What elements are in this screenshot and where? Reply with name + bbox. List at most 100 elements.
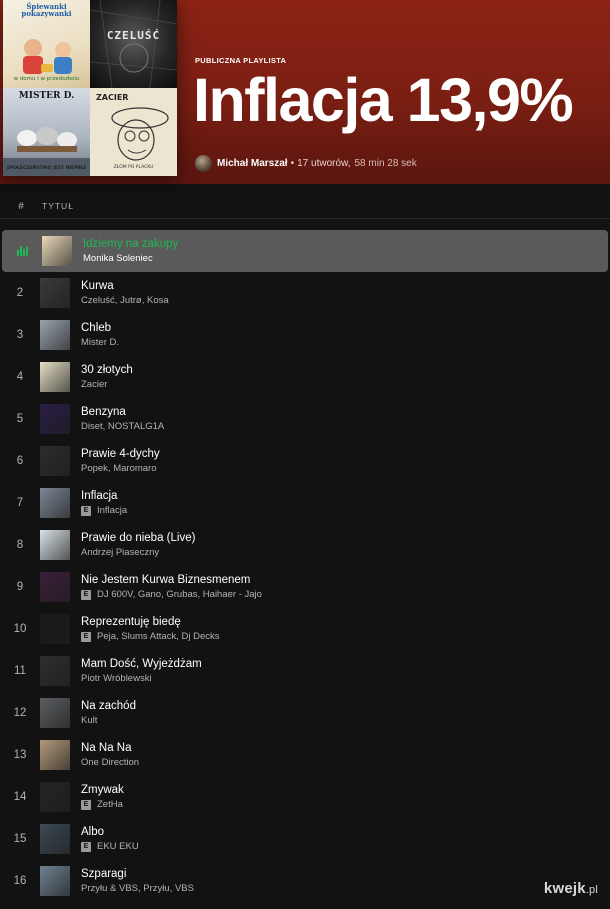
track-row[interactable]: 4 30 złotych Zacier [0, 356, 610, 398]
artist-links[interactable]: Andrzej Piaseczny [81, 546, 159, 559]
track-title-link[interactable]: Inflacja [81, 489, 127, 504]
tile-title: CZELUŚĆ [106, 29, 161, 42]
track-title-link[interactable]: Idziemy na zakupy [83, 237, 178, 252]
track-row[interactable]: 9 Nie Jestem Kurwa Biznesmenem E DJ 600V, G… [0, 566, 610, 608]
track-info: Benzyna Diset, NOSTALG1A [81, 405, 164, 433]
playlist-type-label: PUBLICZNA PLAYLISTA [195, 56, 287, 65]
track-row[interactable]: 10 Reprezentuję biedę E Peja, Slums Attack,… [0, 608, 610, 650]
artist-links[interactable]: Peja, Slums Attack, Dj Decks [97, 630, 219, 643]
track-title-link[interactable]: Mam Dość, Wyjeżdżam [81, 657, 202, 672]
track-cover-art[interactable] [40, 824, 70, 854]
track-row[interactable]: Idziemy na zakupy Monika Soleniec [2, 230, 608, 272]
explicit-badge: E [81, 799, 91, 810]
track-info: Nie Jestem Kurwa Biznesmenem E DJ 600V, Ga… [81, 573, 262, 601]
artist-links[interactable]: Diset, NOSTALG1A [81, 420, 164, 433]
track-cover-art[interactable] [40, 656, 70, 686]
track-artists: E Peja, Slums Attack, Dj Decks [81, 630, 219, 643]
track-info: Mam Dość, Wyjeżdżam Piotr Wróblewski [81, 657, 202, 685]
track-info: Na zachód Kult [81, 699, 136, 727]
artist-links[interactable]: Przyłu & VBS, Przyłu, VBS [81, 882, 194, 895]
track-artists: Piotr Wróblewski [81, 672, 202, 685]
track-row[interactable]: 3 Chleb Mister D. [0, 314, 610, 356]
artist-links[interactable]: One Direction [81, 756, 139, 769]
track-title-link[interactable]: Nie Jestem Kurwa Biznesmenem [81, 573, 262, 588]
track-number: 11 [14, 665, 26, 677]
track-row[interactable]: 13 Na Na Na One Direction [0, 734, 610, 776]
column-number: # [18, 200, 24, 212]
track-cover-art[interactable] [40, 320, 70, 350]
track-title-link[interactable]: Prawie 4-dychy [81, 447, 160, 462]
track-info: Albo E EKU EKU [81, 825, 139, 853]
track-artists: Mister D. [81, 336, 119, 349]
track-cover-art[interactable] [40, 572, 70, 602]
track-title-link[interactable]: Kurwa [81, 279, 169, 294]
track-title-link[interactable]: Szparagi [81, 867, 194, 882]
tile-title: Śpiewanki pokazywanki [21, 2, 72, 19]
track-info: 30 złotych Zacier [81, 363, 133, 391]
tracklist: Idziemy na zakupy Monika Soleniec 2 Kurwa Cz… [0, 230, 610, 902]
explicit-badge: E [81, 505, 91, 516]
artist-links[interactable]: Mister D. [81, 336, 119, 349]
track-title-link[interactable]: Zmywak [81, 783, 124, 798]
track-title-link[interactable]: Na zachód [81, 699, 136, 714]
cover-tile-30-zlotych: ZACIER ZŁOM PO PLACKU [90, 88, 177, 176]
artist-links[interactable]: DJ 600V, Gano, Grubas, Haihaer - Jajo [97, 588, 262, 601]
track-row[interactable]: 6 Prawie 4-dychy Popek, Maromaro [0, 440, 610, 482]
tile-subtitle: SPOŁECZEŃSTWO JEST NIEMIŁE [6, 166, 87, 172]
playlist-cover-mosaic[interactable]: Śpiewanki pokazywanki w domu i w przedsz… [3, 0, 177, 176]
track-title-link[interactable]: Na Na Na [81, 741, 139, 756]
track-info: Idziemy na zakupy Monika Soleniec [83, 237, 178, 265]
track-row[interactable]: 14 Zmywak E ZetHa [0, 776, 610, 818]
owner-name-link[interactable]: Michał Marszał [217, 158, 288, 169]
artist-links[interactable]: Zacier [81, 378, 107, 391]
artist-links[interactable]: Kult [81, 714, 97, 727]
track-artists: Diset, NOSTALG1A [81, 420, 164, 433]
track-title-link[interactable]: Chleb [81, 321, 119, 336]
track-row[interactable]: 7 Inflacja E Inflacja [0, 482, 610, 524]
artist-links[interactable]: Popek, Maromaro [81, 462, 157, 475]
track-title-link[interactable]: 30 złotych [81, 363, 133, 378]
track-artists: Przyłu & VBS, Przyłu, VBS [81, 882, 194, 895]
track-info: Zmywak E ZetHa [81, 783, 124, 811]
track-cover-art[interactable] [40, 698, 70, 728]
artist-links[interactable]: Monika Soleniec [83, 252, 153, 265]
track-row[interactable]: 16 Szparagi Przyłu & VBS, Przyłu, VBS [0, 860, 610, 902]
artist-links[interactable]: Piotr Wróblewski [81, 672, 152, 685]
track-title-link[interactable]: Albo [81, 825, 139, 840]
track-info: Szparagi Przyłu & VBS, Przyłu, VBS [81, 867, 194, 895]
track-title-link[interactable]: Benzyna [81, 405, 164, 420]
track-row[interactable]: 8 Prawie do nieba (Live) Andrzej Piaseczny [0, 524, 610, 566]
track-row[interactable]: 11 Mam Dość, Wyjeżdżam Piotr Wróblewski [0, 650, 610, 692]
track-cover-art[interactable] [40, 488, 70, 518]
track-info: Prawie do nieba (Live) Andrzej Piaseczny [81, 531, 195, 559]
track-cover-art[interactable] [40, 446, 70, 476]
track-artists: E EKU EKU [81, 840, 139, 853]
track-row[interactable]: 15 Albo E EKU EKU [0, 818, 610, 860]
track-cover-art[interactable] [40, 782, 70, 812]
track-cover-art[interactable] [40, 404, 70, 434]
track-info: Reprezentuję biedę E Peja, Slums Attack, D… [81, 615, 219, 643]
owner-avatar[interactable] [195, 155, 212, 172]
artist-links[interactable]: EKU EKU [97, 840, 139, 853]
track-cover-art[interactable] [40, 362, 70, 392]
track-cover-art[interactable] [42, 236, 72, 266]
track-cover-art[interactable] [40, 866, 70, 896]
track-cover-art[interactable] [40, 614, 70, 644]
artist-links[interactable]: Czeluść, Jutrø, Kosa [81, 294, 169, 307]
playlist-title[interactable]: Inflacja 13,9% [193, 70, 574, 131]
track-row[interactable]: 2 Kurwa Czeluść, Jutrø, Kosa [0, 272, 610, 314]
track-title-link[interactable]: Prawie do nieba (Live) [81, 531, 195, 546]
track-cover-art[interactable] [40, 530, 70, 560]
column-title[interactable]: TYTUŁ [42, 201, 74, 211]
track-row[interactable]: 5 Benzyna Diset, NOSTALG1A [0, 398, 610, 440]
track-row[interactable]: 12 Na zachód Kult [0, 692, 610, 734]
explicit-badge: E [81, 631, 91, 642]
artist-links[interactable]: Inflacja [97, 504, 127, 517]
artist-links[interactable]: ZetHa [97, 798, 123, 811]
track-number: 5 [16, 413, 24, 425]
track-number: 14 [13, 791, 27, 803]
track-number: 4 [16, 371, 24, 383]
track-cover-art[interactable] [40, 278, 70, 308]
track-title-link[interactable]: Reprezentuję biedę [81, 615, 219, 630]
track-cover-art[interactable] [40, 740, 70, 770]
